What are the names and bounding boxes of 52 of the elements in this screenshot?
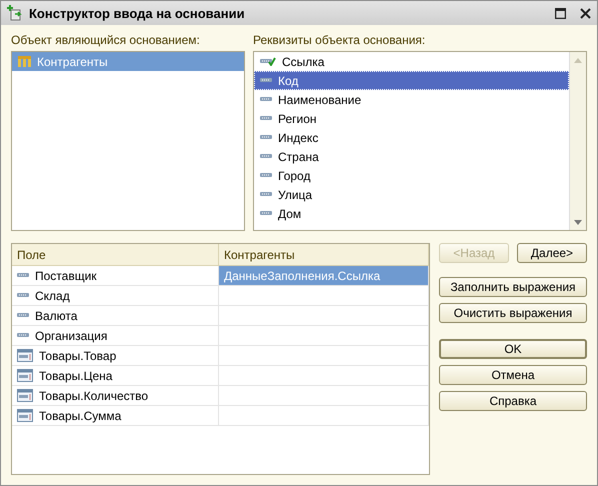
field-icon bbox=[17, 331, 29, 340]
field-icon bbox=[260, 209, 272, 218]
field-name: Валюта bbox=[35, 308, 78, 322]
list-item[interactable]: Город bbox=[254, 166, 569, 185]
list-label: Реквизиты объекта основания: bbox=[253, 33, 426, 47]
table-icon bbox=[17, 349, 33, 362]
field-icon bbox=[260, 76, 272, 85]
window-title: Конструктор ввода на основании bbox=[29, 6, 246, 20]
field-icon bbox=[17, 311, 29, 320]
checked-field-icon bbox=[260, 57, 276, 66]
table-icon bbox=[17, 389, 33, 402]
next-button[interactable]: Далее> bbox=[517, 243, 587, 263]
list-item[interactable]: Дом bbox=[254, 204, 569, 223]
list-item[interactable]: Улица bbox=[254, 185, 569, 204]
field-name: Организация bbox=[35, 328, 108, 342]
list-item[interactable]: Наименование bbox=[254, 90, 569, 109]
field-name: Склад bbox=[35, 288, 70, 302]
list-item[interactable]: Ссылка bbox=[254, 52, 569, 71]
catalog-icon bbox=[18, 56, 31, 67]
list-item[interactable]: Индекс bbox=[254, 128, 569, 147]
field-name: Товары.Сумма bbox=[39, 408, 122, 422]
column-header[interactable]: Поле bbox=[12, 244, 219, 265]
maximize-icon[interactable] bbox=[555, 8, 566, 18]
scrollbar[interactable] bbox=[569, 52, 586, 230]
field-icon bbox=[260, 95, 272, 104]
field-name: Товары.Товар bbox=[39, 348, 116, 362]
field-name: Товары.Количество bbox=[39, 388, 148, 402]
constructor-icon bbox=[7, 5, 23, 21]
action-button[interactable]: Очистить выражения bbox=[439, 303, 587, 323]
field-icon bbox=[17, 291, 29, 300]
action-button[interactable]: Заполнить выражения bbox=[439, 277, 587, 297]
field-icon bbox=[260, 114, 272, 123]
field-icon bbox=[260, 152, 272, 161]
table-icon bbox=[17, 369, 33, 382]
field-name: Товары.Цена bbox=[39, 368, 112, 382]
field-name: Поставщик bbox=[35, 268, 97, 282]
column-header[interactable]: Контрагенты bbox=[219, 244, 429, 265]
list-label: Объект являющийся основанием: bbox=[11, 33, 201, 47]
list-item[interactable]: Страна bbox=[254, 147, 569, 166]
field-icon bbox=[17, 271, 29, 280]
list-item[interactable]: Код bbox=[254, 71, 569, 90]
scroll-down-icon[interactable] bbox=[574, 220, 582, 224]
scroll-up-icon[interactable] bbox=[574, 58, 582, 62]
field-icon bbox=[260, 190, 272, 199]
field-icon bbox=[260, 171, 272, 180]
dialog-button[interactable]: OK bbox=[439, 339, 587, 359]
table-icon bbox=[17, 409, 33, 422]
field-icon bbox=[260, 133, 272, 142]
list-item[interactable]: Регион bbox=[254, 109, 569, 128]
dialog-button[interactable]: Отмена bbox=[439, 365, 587, 385]
close-icon[interactable] bbox=[580, 8, 591, 18]
dialog-button[interactable]: Справка bbox=[439, 391, 587, 411]
